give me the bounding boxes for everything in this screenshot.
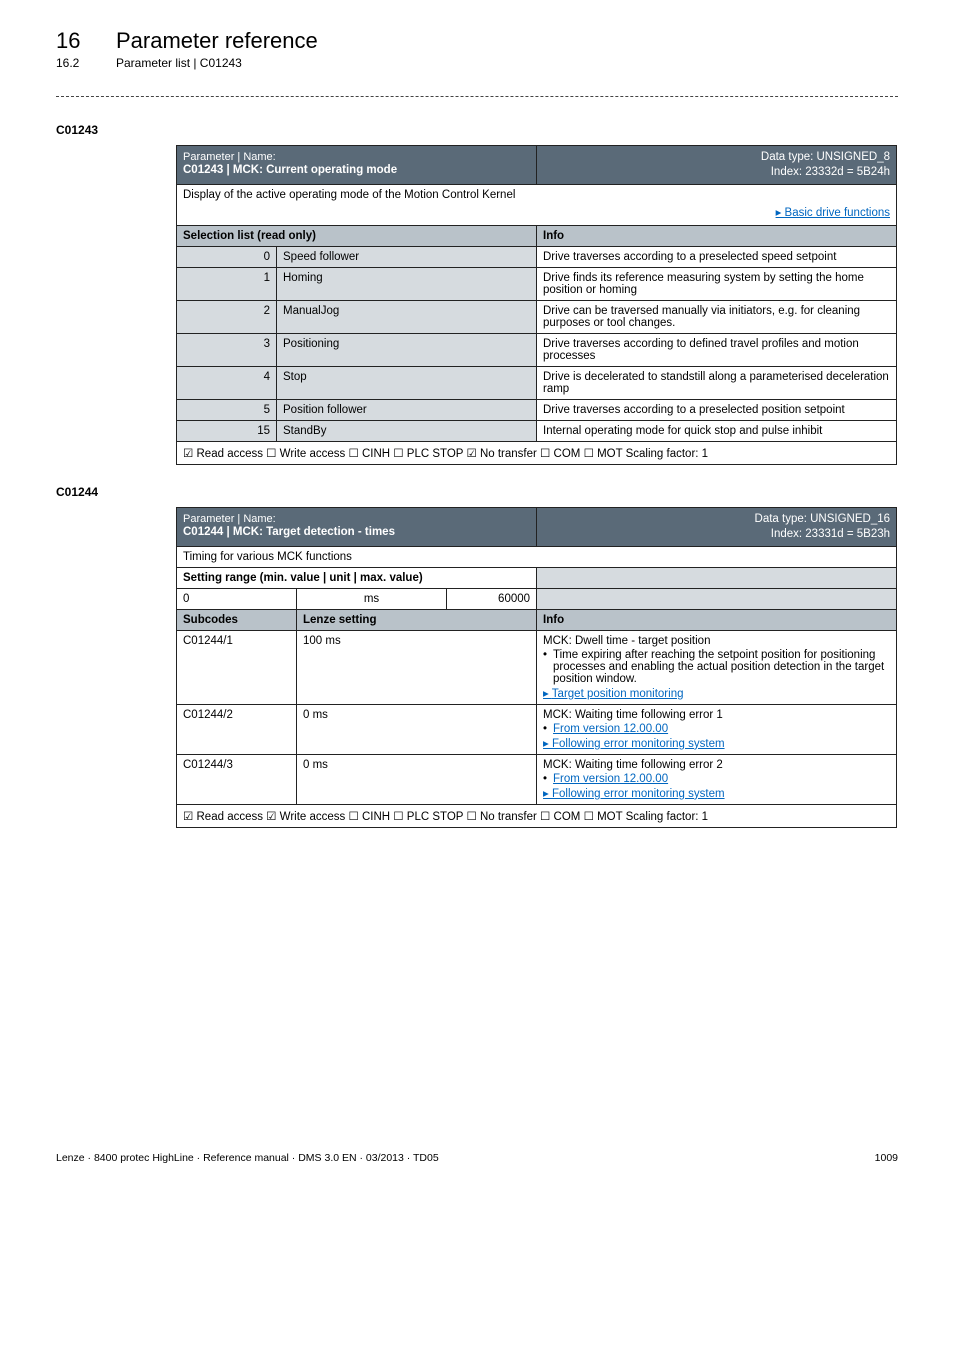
c01243-row-info: Internal operating mode for quick stop a… — [537, 420, 897, 441]
c01244-range-min: 0 — [177, 588, 297, 609]
c01244-info-line1: MCK: Waiting time following error 2 — [543, 759, 890, 771]
c01243-row-name: Stop — [277, 366, 537, 399]
c01244-lenze-value: 0 ms — [297, 704, 537, 754]
following-error-monitoring-link[interactable]: Following error monitoring system — [543, 738, 725, 750]
c01244-data-type: Data type: UNSIGNED_16 — [543, 512, 890, 527]
footer-left: Lenze · 8400 protec HighLine · Reference… — [56, 1152, 439, 1164]
c01243-row-info: Drive traverses according to defined tra… — [537, 333, 897, 366]
c01243-row-name: ManualJog — [277, 300, 537, 333]
param-code-c01244: C01244 — [56, 485, 898, 499]
c01244-lenze-header: Lenze setting — [297, 609, 537, 630]
table-c01243: Parameter | Name: C01243 | MCK: Current … — [176, 145, 897, 465]
c01243-row-info: Drive finds its reference measuring syst… — [537, 267, 897, 300]
c01243-row-name: Homing — [277, 267, 537, 300]
following-error-monitoring-link[interactable]: Following error monitoring system — [543, 788, 725, 800]
c01244-info-line1: MCK: Dwell time - target position — [543, 635, 890, 647]
table-c01244: Parameter | Name: C01244 | MCK: Target d… — [176, 507, 897, 828]
c01244-info-bullet: From version 12.00.00 — [543, 773, 890, 785]
c01244-subcodes-header: Subcodes — [177, 609, 297, 630]
c01243-row-val: 1 — [177, 267, 277, 300]
c01244-subcode: C01244/1 — [177, 630, 297, 704]
c01244-info-cell: MCK: Waiting time following error 2 From… — [537, 754, 897, 804]
c01243-row-info: Drive can be traversed manually via init… — [537, 300, 897, 333]
c01243-title-top: Parameter | Name: — [183, 150, 530, 164]
c01244-setting-range-header: Setting range (min. value | unit | max. … — [177, 567, 537, 588]
c01244-subcode: C01244/2 — [177, 704, 297, 754]
c01243-row-val: 0 — [177, 246, 277, 267]
c01244-range-unit: ms — [297, 588, 447, 609]
c01243-row-name: Positioning — [277, 333, 537, 366]
c01244-lenze-value: 100 ms — [297, 630, 537, 704]
c01244-title-top: Parameter | Name: — [183, 512, 530, 526]
c01243-row-val: 2 — [177, 300, 277, 333]
c01244-index: Index: 23331d = 5B23h — [543, 527, 890, 542]
footer-page-number: 1009 — [875, 1152, 898, 1164]
chapter-number: 16 — [56, 28, 116, 54]
c01243-row-info: Drive is decelerated to standstill along… — [537, 366, 897, 399]
c01243-title-main: C01243 | MCK: Current operating mode — [183, 164, 530, 176]
c01243-row-val: 15 — [177, 420, 277, 441]
section-title: Parameter list | C01243 — [116, 56, 242, 70]
c01243-index: Index: 23332d = 5B24h — [543, 165, 890, 180]
c01244-info-cell: MCK: Dwell time - target position Time e… — [537, 630, 897, 704]
c01243-data-type: Data type: UNSIGNED_8 — [543, 150, 890, 165]
c01243-row-val: 3 — [177, 333, 277, 366]
param-code-c01243: C01243 — [56, 123, 898, 137]
basic-drive-functions-link[interactable]: Basic drive functions — [776, 207, 890, 219]
chapter-title: Parameter reference — [116, 28, 318, 54]
c01243-selection-list-header: Selection list (read only) — [177, 225, 537, 246]
target-position-monitoring-link[interactable]: Target position monitoring — [543, 688, 683, 700]
c01243-info-header: Info — [537, 225, 897, 246]
c01244-lenze-value: 0 ms — [297, 754, 537, 804]
c01244-title-main: C01244 | MCK: Target detection - times — [183, 526, 530, 538]
c01243-row-name: Position follower — [277, 399, 537, 420]
section-number: 16.2 — [56, 56, 116, 70]
c01243-display-text: Display of the active operating mode of … — [183, 189, 890, 201]
c01244-info-bullet: From version 12.00.00 — [543, 723, 890, 735]
c01243-row-info: Drive traverses according to a preselect… — [537, 399, 897, 420]
c01244-range-max: 60000 — [447, 588, 537, 609]
c01243-row-name: StandBy — [277, 420, 537, 441]
c01244-info-line1: MCK: Waiting time following error 1 — [543, 709, 890, 721]
c01244-access-flags: ☑ Read access ☑ Write access ☐ CINH ☐ PL… — [177, 804, 897, 827]
c01243-row-val: 5 — [177, 399, 277, 420]
c01244-subcode: C01244/3 — [177, 754, 297, 804]
from-version-link[interactable]: From version 12.00.00 — [553, 723, 668, 735]
separator-dashed — [56, 96, 898, 97]
c01243-row-info: Drive traverses according to a preselect… — [537, 246, 897, 267]
c01244-timing-text: Timing for various MCK functions — [177, 546, 897, 567]
c01243-row-name: Speed follower — [277, 246, 537, 267]
c01244-info-cell: MCK: Waiting time following error 1 From… — [537, 704, 897, 754]
c01243-access-flags: ☑ Read access ☐ Write access ☐ CINH ☐ PL… — [177, 441, 897, 464]
from-version-link[interactable]: From version 12.00.00 — [553, 773, 668, 785]
c01244-info-bullet: Time expiring after reaching the setpoin… — [543, 649, 890, 685]
c01243-row-val: 4 — [177, 366, 277, 399]
c01244-info-header: Info — [537, 609, 897, 630]
page-footer: Lenze · 8400 protec HighLine · Reference… — [0, 1148, 954, 1176]
